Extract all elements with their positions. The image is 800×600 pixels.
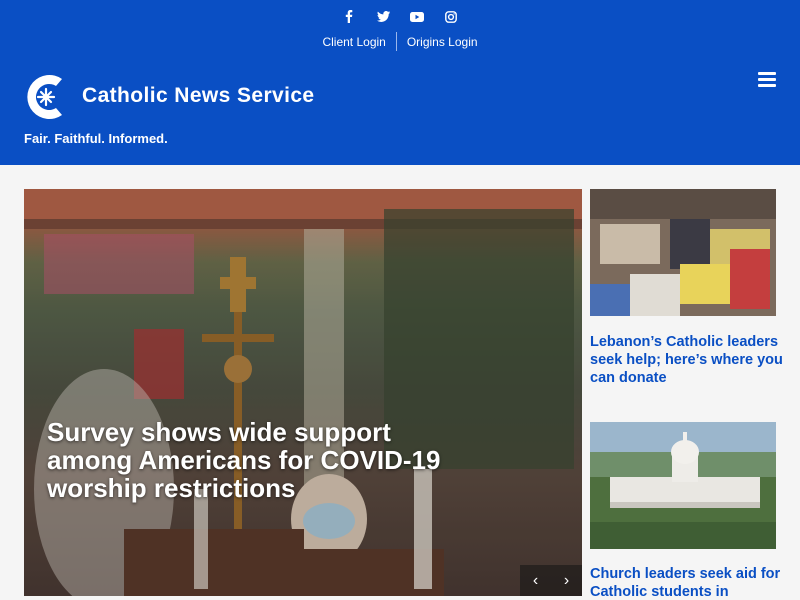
hero-headline[interactable]: Survey shows wide support among American… (47, 418, 447, 502)
login-links: Client Login Origins Login (0, 32, 800, 51)
relief-supplies-image (590, 189, 776, 316)
menu-bar (758, 78, 776, 81)
cns-logo-icon[interactable] (22, 71, 68, 123)
origins-login-link[interactable]: Origins Login (397, 33, 488, 51)
hero-image (24, 189, 582, 596)
youtube-icon[interactable] (400, 8, 434, 24)
hamburger-icon[interactable] (758, 72, 776, 88)
capitol-building-image (590, 422, 776, 549)
facebook-icon[interactable] (332, 8, 366, 24)
social-links (0, 8, 800, 24)
side-story-headline[interactable]: Church leaders seek aid for Catholic stu… (590, 565, 786, 600)
instagram-icon[interactable] (434, 8, 468, 24)
slider-prev-button[interactable]: ‹ (520, 565, 551, 596)
menu-bar (758, 72, 776, 75)
site-brand[interactable]: Catholic News Service (82, 84, 315, 108)
side-story-headline[interactable]: Lebanon’s Catholic leaders seek help; he… (590, 333, 786, 387)
site-tagline: Fair. Faithful. Informed. (24, 131, 168, 146)
site-header: Client Login Origins Login Catholic News… (0, 0, 800, 165)
side-story-image[interactable] (590, 189, 776, 316)
client-login-link[interactable]: Client Login (312, 33, 395, 51)
chevron-left-icon: ‹ (532, 572, 539, 589)
menu-bar (758, 84, 776, 87)
twitter-icon[interactable] (366, 8, 400, 24)
hero-slider[interactable]: Survey shows wide support among American… (24, 189, 582, 596)
side-story-image[interactable] (590, 422, 776, 549)
slider-next-button[interactable]: › (551, 565, 582, 596)
chevron-right-icon: › (563, 572, 570, 589)
